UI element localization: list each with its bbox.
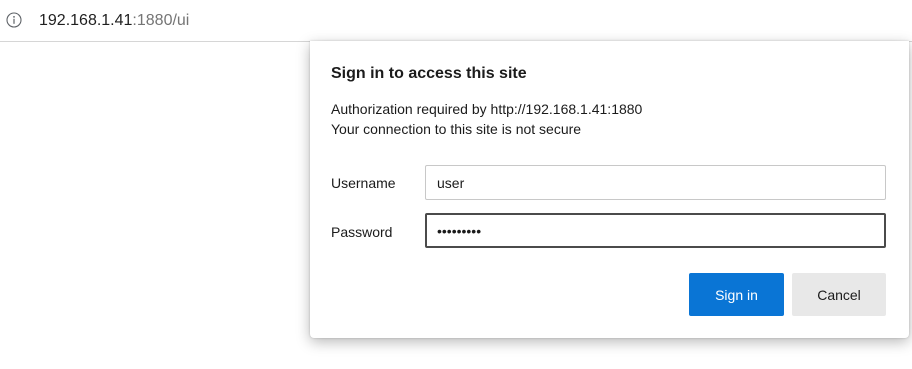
address-bar[interactable]: 192.168.1.41:1880/ui — [0, 0, 912, 42]
url-text[interactable]: 192.168.1.41:1880/ui — [39, 11, 189, 31]
security-warning-message: Your connection to this site is not secu… — [331, 121, 582, 137]
dialog-title: Sign in to access this site — [331, 65, 527, 82]
username-label: Username — [331, 175, 396, 191]
url-path: :1880/ui — [132, 12, 190, 29]
password-field[interactable] — [425, 213, 886, 248]
password-label: Password — [331, 224, 393, 240]
sign-in-button[interactable]: Sign in — [689, 273, 784, 316]
info-circle-icon[interactable] — [6, 12, 22, 28]
username-field[interactable] — [425, 165, 886, 200]
url-host: 192.168.1.41 — [39, 12, 133, 29]
authorization-message: Authorization required by http://192.168… — [331, 101, 643, 117]
sign-in-dialog: Sign in to access this site Authorizatio… — [310, 41, 909, 338]
cancel-button[interactable]: Cancel — [792, 273, 886, 316]
